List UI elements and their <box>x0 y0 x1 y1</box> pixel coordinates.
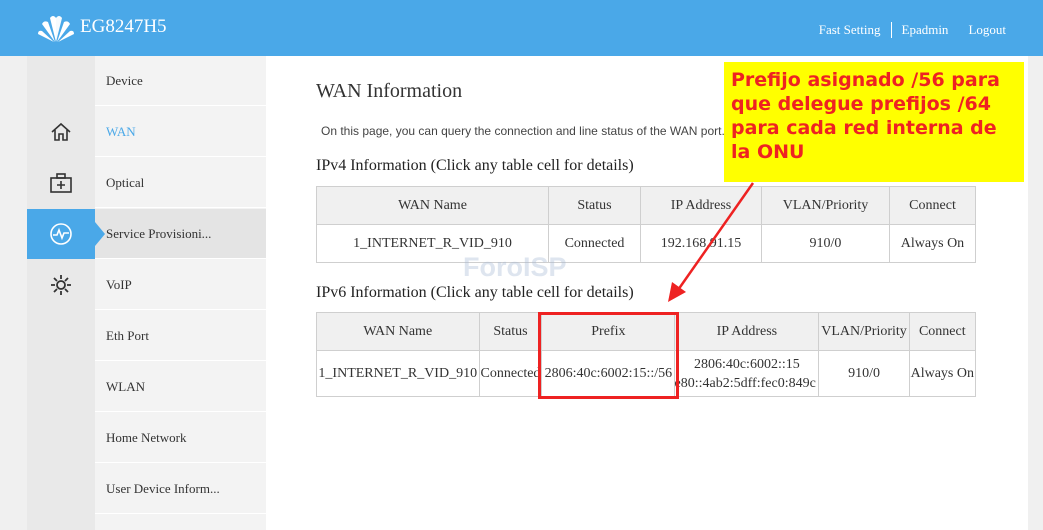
column-header: Status <box>478 312 543 351</box>
watermark: ForoISP <box>463 252 567 282</box>
column-header: WAN Name <box>316 312 480 351</box>
active-pointer <box>95 222 105 246</box>
ipv6-link-local-address: fe80::4ab2:5dff:fec0:849c <box>674 375 816 391</box>
table-cell[interactable]: 192.168.91.15 <box>640 224 762 263</box>
gear-icon <box>51 275 71 295</box>
sidebar-item-optical[interactable]: Optical <box>95 158 266 208</box>
top-nav: Fast Setting Epadmin Logout <box>809 22 1016 38</box>
pulse-icon <box>50 223 72 245</box>
huawei-logo <box>38 16 74 42</box>
device-model: EG8247H5 <box>80 16 167 37</box>
fast-setting-link[interactable]: Fast Setting <box>809 22 891 38</box>
column-header: VLAN/Priority <box>761 186 890 225</box>
sidebar-item-service-provisioning[interactable]: Service Provisioni... <box>95 209 266 259</box>
user-link[interactable]: Epadmin <box>892 22 959 38</box>
table-cell[interactable]: 1_INTERNET_R_VID_910 <box>316 350 480 397</box>
ipv6-address: 2806:40c:6002::15 <box>693 356 800 372</box>
optical-nav-icon[interactable] <box>27 158 95 208</box>
table-cell[interactable]: 910/0 <box>761 224 890 263</box>
ipv4-heading: IPv4 Information (Click any table cell f… <box>316 157 634 174</box>
table-cell[interactable]: Connected <box>478 350 543 397</box>
column-header: IP Address <box>674 312 820 351</box>
sidebar-item-wan[interactable]: WAN <box>95 107 266 157</box>
page-description: On this page, you can query the connecti… <box>321 124 725 138</box>
voip-nav-icon[interactable] <box>27 260 95 310</box>
home-icon <box>51 122 71 141</box>
service-nav-icon[interactable] <box>27 209 95 259</box>
sidebar-item-wlan[interactable]: WLAN <box>95 362 266 412</box>
column-header: VLAN/Priority <box>818 312 910 351</box>
sidebar-item-home-network[interactable]: Home Network <box>95 413 266 463</box>
column-header: Connect <box>908 312 977 351</box>
column-header: IP Address <box>640 186 762 225</box>
sidebar-item-user-device[interactable]: User Device Inform... <box>95 464 266 514</box>
ipv4-table: WAN Name Status IP Address VLAN/Priority… <box>316 186 976 263</box>
sidebar-item-device[interactable]: Device <box>95 56 266 106</box>
column-header: Connect <box>889 186 976 225</box>
column-header: Status <box>548 186 641 225</box>
table-header-row: WAN Name Status IP Address VLAN/Priority… <box>316 186 976 225</box>
sidebar-item-voip[interactable]: VoIP <box>95 260 266 310</box>
sidebar-item-eth-port[interactable]: Eth Port <box>95 311 266 361</box>
table-cell[interactable]: 910/0 <box>818 350 910 397</box>
medical-kit-icon <box>50 173 72 193</box>
table-row[interactable]: 1_INTERNET_R_VID_910 Connected 192.168.9… <box>316 224 976 263</box>
ipv6-heading: IPv6 Information (Click any table cell f… <box>316 284 634 301</box>
page-title: WAN Information <box>316 80 463 102</box>
table-cell[interactable]: Always On <box>908 350 977 397</box>
table-cell[interactable]: 2806:40c:6002::15 fe80::4ab2:5dff:fec0:8… <box>674 350 820 397</box>
column-header: WAN Name <box>316 186 549 225</box>
prefix-highlight-box <box>538 312 679 399</box>
logout-link[interactable]: Logout <box>958 22 1016 38</box>
annotation-callout: Prefijo asignado /56 para que delegue pr… <box>724 62 1024 182</box>
wan-nav-icon[interactable] <box>27 107 95 157</box>
top-bar: EG8247H5 Fast Setting Epadmin Logout <box>0 0 1043 56</box>
table-cell[interactable]: Always On <box>889 224 976 263</box>
